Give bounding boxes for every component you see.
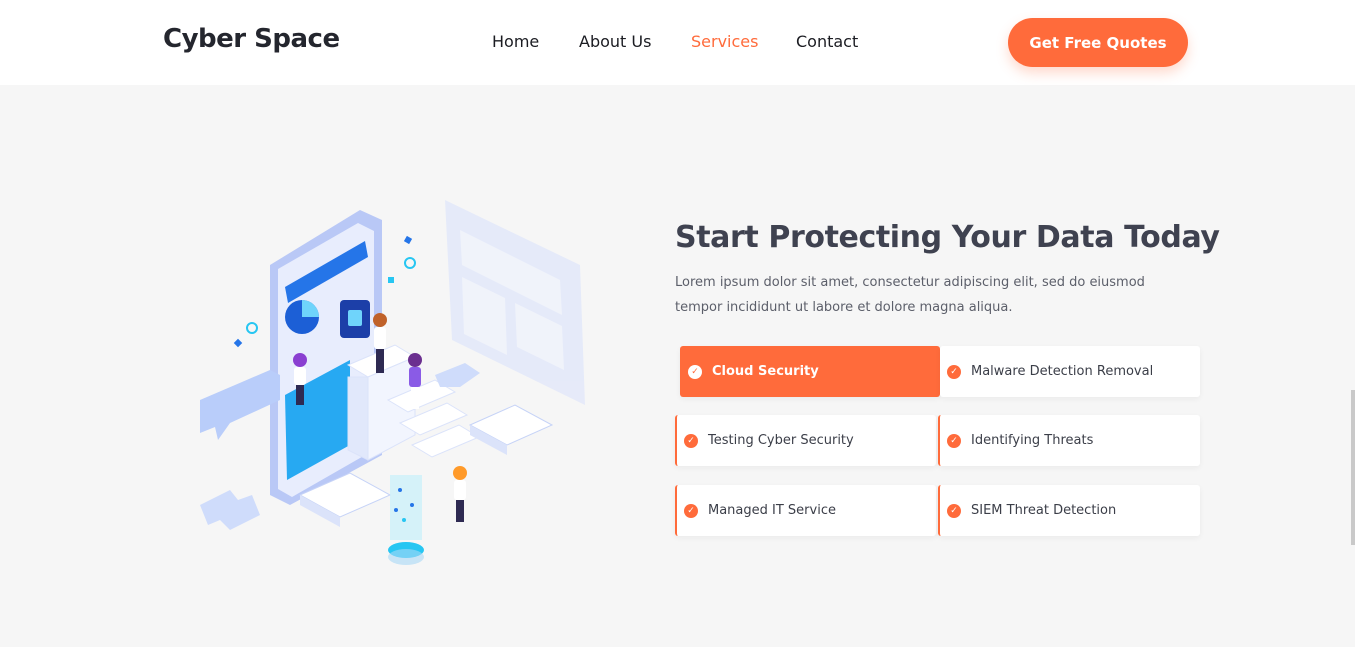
section-description: Lorem ipsum dolor sit amet, consectetur … xyxy=(675,275,1145,315)
page-scrollbar[interactable] xyxy=(1351,390,1355,545)
service-label: Identifying Threats xyxy=(971,433,1094,448)
cyber-security-illustration xyxy=(200,200,585,565)
service-label: Managed IT Service xyxy=(708,503,836,518)
chat-bubble-graphic xyxy=(200,370,280,440)
service-label: Testing Cyber Security xyxy=(708,433,854,448)
service-label: Malware Detection Removal xyxy=(971,364,1154,379)
check-circle-icon: ✓ xyxy=(684,433,698,448)
service-siem-threat-detection[interactable]: ✓ SIEM Threat Detection xyxy=(938,485,1200,536)
nav-home[interactable]: Home xyxy=(492,32,539,51)
check-circle-icon: ✓ xyxy=(688,364,702,379)
check-circle-icon: ✓ xyxy=(947,503,961,518)
check-circle-icon: ✓ xyxy=(947,364,961,379)
section-title: Start Protecting Your Data Today xyxy=(675,220,1220,255)
check-circle-icon: ✓ xyxy=(947,433,961,448)
service-malware-detection-removal[interactable]: ✓ Malware Detection Removal xyxy=(940,346,1200,397)
hologram-graphic xyxy=(388,475,424,565)
service-cloud-security[interactable]: ✓ Cloud Security xyxy=(680,346,940,397)
service-identifying-threats[interactable]: ✓ Identifying Threats xyxy=(938,415,1200,466)
get-free-quotes-button[interactable]: Get Free Quotes xyxy=(1008,18,1188,67)
nav-services[interactable]: Services xyxy=(691,32,758,51)
nav-about-us[interactable]: About Us xyxy=(579,32,651,51)
site-logo[interactable]: Cyber Space xyxy=(163,24,340,54)
site-header: Cyber Space Home About Us Services Conta… xyxy=(0,0,1355,85)
nav-contact[interactable]: Contact xyxy=(796,32,858,51)
service-label: SIEM Threat Detection xyxy=(971,503,1117,518)
service-testing-cyber-security[interactable]: ✓ Testing Cyber Security xyxy=(675,415,936,466)
check-circle-icon: ✓ xyxy=(684,503,698,518)
service-label: Cloud Security xyxy=(712,364,819,379)
service-managed-it-service[interactable]: ✓ Managed IT Service xyxy=(675,485,936,536)
